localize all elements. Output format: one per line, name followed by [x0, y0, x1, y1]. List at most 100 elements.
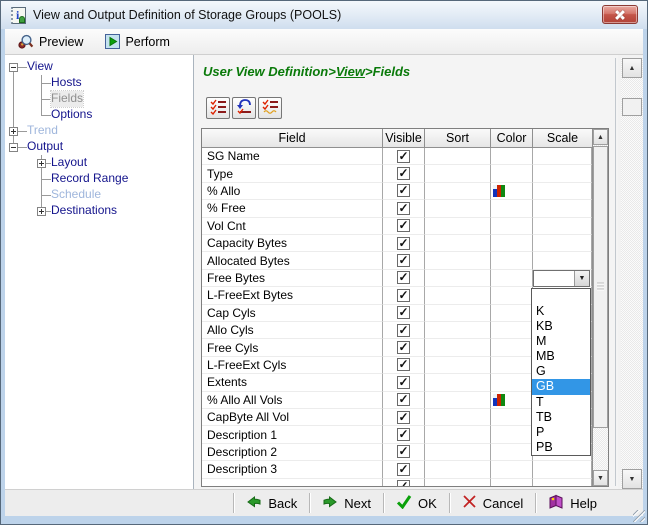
cell-scale[interactable]	[533, 235, 592, 252]
table-vertical-scrollbar[interactable]: ▲ ▼	[592, 129, 608, 486]
table-scrollbar-thumb[interactable]	[593, 146, 608, 428]
cell-vis[interactable]: ✓	[383, 409, 425, 426]
cell-sort[interactable]	[425, 165, 491, 182]
cell-sort[interactable]	[425, 479, 491, 487]
visible-checkbox[interactable]: ✓	[397, 393, 410, 406]
visible-checkbox[interactable]: ✓	[397, 202, 410, 215]
cell-vis[interactable]: ✓	[383, 339, 425, 356]
cell-scale[interactable]	[533, 183, 592, 200]
cell-color[interactable]	[491, 200, 533, 217]
column-header-color[interactable]: Color	[491, 129, 533, 147]
scale-option-tb[interactable]: TB	[532, 410, 590, 425]
cell-color[interactable]	[491, 270, 533, 287]
color-palette-icon[interactable]	[493, 394, 505, 406]
cell-sort[interactable]	[425, 374, 491, 391]
cell-vis[interactable]: ✓	[383, 374, 425, 391]
visible-checkbox[interactable]: ✓	[397, 271, 410, 284]
cell-vis[interactable]: ✓	[383, 235, 425, 252]
cell-sort[interactable]	[425, 461, 491, 478]
collapse-minus-icon[interactable]	[9, 63, 18, 72]
scroll-down-icon[interactable]: ▼	[622, 469, 642, 489]
cell-color[interactable]	[491, 392, 533, 409]
sidebar-item-destinations[interactable]: Destinations	[51, 203, 117, 219]
sidebar-item-view[interactable]: View	[27, 59, 53, 75]
cell-color[interactable]	[491, 339, 533, 356]
cell-color[interactable]	[491, 374, 533, 391]
scale-option-k[interactable]: K	[532, 304, 590, 319]
scroll-up-icon[interactable]: ▲	[622, 58, 642, 78]
resize-grip-icon[interactable]	[633, 510, 645, 522]
cell-color[interactable]	[491, 426, 533, 443]
visible-checkbox[interactable]: ✓	[397, 219, 410, 232]
expand-plus-icon[interactable]	[9, 127, 18, 136]
pane-scrollbar-thumb[interactable]	[622, 98, 642, 116]
cell-color[interactable]	[491, 444, 533, 461]
cell-vis[interactable]: ✓	[383, 479, 425, 487]
sidebar-item-output[interactable]: Output	[27, 139, 63, 155]
sidebar-item-trend[interactable]: Trend	[27, 123, 58, 139]
visible-checkbox[interactable]: ✓	[397, 428, 410, 441]
back-button[interactable]: Back	[234, 491, 309, 515]
visible-checkbox[interactable]: ✓	[397, 184, 410, 197]
combo-dropdown-icon[interactable]: ▼	[574, 271, 589, 286]
preview-button[interactable]: Preview	[13, 32, 87, 52]
cell-vis[interactable]: ✓	[383, 322, 425, 339]
cell-sort[interactable]	[425, 287, 491, 304]
sidebar-item-fields[interactable]: Fields	[51, 91, 83, 107]
ok-button[interactable]: OK	[384, 491, 449, 515]
visible-checkbox[interactable]: ✓	[397, 167, 410, 180]
cell-vis[interactable]: ✓	[383, 287, 425, 304]
cell-scale[interactable]	[533, 165, 592, 182]
cell-vis[interactable]: ✓	[383, 148, 425, 165]
visible-checkbox[interactable]: ✓	[397, 445, 410, 458]
cell-color[interactable]	[491, 322, 533, 339]
next-button[interactable]: Next	[310, 491, 383, 515]
cell-color[interactable]	[491, 148, 533, 165]
cell-vis[interactable]: ✓	[383, 305, 425, 322]
scale-combobox[interactable]: ▼	[533, 270, 590, 287]
cell-sort[interactable]	[425, 444, 491, 461]
cell-scale[interactable]	[533, 252, 592, 269]
scroll-up-icon[interactable]: ▲	[593, 129, 608, 145]
cell-sort[interactable]	[425, 357, 491, 374]
visible-checkbox[interactable]: ✓	[397, 463, 410, 476]
cell-color[interactable]	[491, 183, 533, 200]
scale-option-blank[interactable]	[532, 289, 590, 304]
perform-button[interactable]: Perform	[101, 32, 173, 51]
cell-vis[interactable]: ✓	[383, 218, 425, 235]
cell-color[interactable]	[491, 305, 533, 322]
cell-sort[interactable]	[425, 235, 491, 252]
cell-sort[interactable]	[425, 270, 491, 287]
visible-checkbox[interactable]: ✓	[397, 306, 410, 319]
visible-checkbox[interactable]: ✓	[397, 358, 410, 371]
column-header-visible[interactable]: Visible	[383, 129, 425, 147]
scale-option-t[interactable]: T	[532, 395, 590, 410]
cancel-button[interactable]: Cancel	[450, 491, 535, 515]
scale-option-mb[interactable]: MB	[532, 349, 590, 364]
visible-checkbox[interactable]: ✓	[397, 411, 410, 424]
scale-option-pb[interactable]: PB	[532, 440, 590, 455]
column-header-field[interactable]: Field	[202, 129, 383, 147]
visible-checkbox[interactable]: ✓	[397, 237, 410, 250]
visible-checkbox[interactable]: ✓	[397, 289, 410, 302]
cell-color[interactable]	[491, 409, 533, 426]
expand-plus-icon[interactable]	[37, 159, 46, 168]
sidebar-item-schedule[interactable]: Schedule	[51, 187, 101, 203]
visible-checkbox[interactable]: ✓	[397, 150, 410, 163]
reset-fields-button[interactable]	[232, 97, 256, 119]
cell-sort[interactable]	[425, 339, 491, 356]
expand-plus-icon[interactable]	[37, 207, 46, 216]
color-palette-icon[interactable]	[493, 185, 505, 197]
cell-scale[interactable]	[533, 218, 592, 235]
cell-scale[interactable]	[533, 148, 592, 165]
cell-sort[interactable]	[425, 200, 491, 217]
cell-scale[interactable]	[533, 200, 592, 217]
cell-sort[interactable]	[425, 252, 491, 269]
cell-scale[interactable]	[533, 479, 592, 487]
cell-color[interactable]	[491, 252, 533, 269]
cell-vis[interactable]: ✓	[383, 444, 425, 461]
cell-vis[interactable]: ✓	[383, 461, 425, 478]
cell-sort[interactable]	[425, 305, 491, 322]
cell-scale[interactable]	[533, 461, 592, 478]
visible-checkbox[interactable]: ✓	[397, 254, 410, 267]
